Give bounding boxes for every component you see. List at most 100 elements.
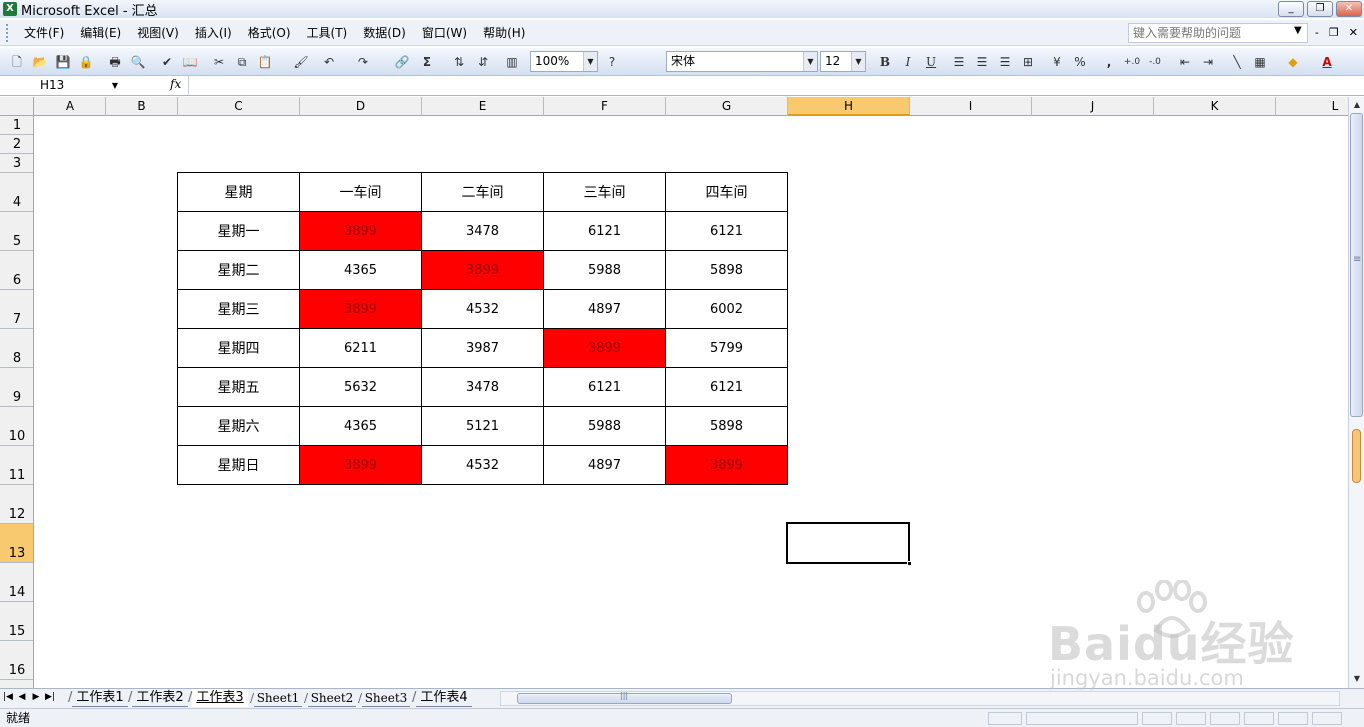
insert-function-icon[interactable]: fx <box>170 77 181 91</box>
value-cell[interactable]: 6121 <box>543 367 666 407</box>
sort-descending-icon[interactable]: ⇵ <box>474 53 492 71</box>
print-preview-icon[interactable]: 🔍 <box>129 53 147 71</box>
day-cell[interactable]: 星期一 <box>177 211 300 251</box>
align-right-icon[interactable]: ☰ <box>996 53 1014 71</box>
value-cell[interactable]: 6121 <box>665 367 788 407</box>
day-cell[interactable]: 星期六 <box>177 406 300 446</box>
save-icon[interactable]: 💾 <box>54 53 72 71</box>
value-cell[interactable]: 5988 <box>543 250 666 290</box>
value-cell[interactable]: 5632 <box>299 367 422 407</box>
day-cell[interactable]: 星期四 <box>177 328 300 368</box>
font-size-dropdown-arrow-icon[interactable]: ▼ <box>851 52 865 71</box>
print-icon[interactable]: 🖶 <box>106 53 124 71</box>
sheet-tab-2[interactable]: 工作表2 <box>128 689 188 707</box>
draw-line-icon[interactable]: ╲ <box>1228 53 1246 71</box>
font-name-select[interactable]: 宋体 ▼ <box>666 51 818 72</box>
header-cell-workshop-4[interactable]: 四车间 <box>665 172 788 212</box>
horizontal-scrollbar[interactable] <box>500 691 1340 706</box>
sheet-tab-sheet2[interactable]: Sheet2 <box>304 689 356 707</box>
value-cell[interactable]: 3899 <box>543 328 666 368</box>
menu-view[interactable]: 视图(V) <box>129 24 187 41</box>
value-cell[interactable]: 4365 <box>299 406 422 446</box>
cut-icon[interactable]: ✂ <box>210 53 228 71</box>
borders-icon[interactable]: ▦ <box>1251 53 1269 71</box>
increase-decimal-icon[interactable]: +.0 <box>1123 53 1141 71</box>
value-cell[interactable]: 6121 <box>543 211 666 251</box>
column-header-l[interactable]: L <box>1276 97 1348 116</box>
vertical-scrollbar[interactable]: ▲ ▼ <box>1348 97 1364 688</box>
name-box[interactable]: H13 <box>0 76 106 95</box>
fill-handle[interactable] <box>907 561 912 566</box>
autosum-icon[interactable]: Σ <box>418 53 436 71</box>
scroll-down-arrow-icon[interactable]: ▼ <box>1351 673 1363 685</box>
header-cell-workshop-3[interactable]: 三车间 <box>543 172 666 212</box>
minimize-button[interactable]: _ <box>1278 1 1304 17</box>
value-cell[interactable]: 5988 <box>543 406 666 446</box>
header-cell-workshop-1[interactable]: 一车间 <box>299 172 422 212</box>
value-cell[interactable]: 3478 <box>421 211 544 251</box>
hyperlink-icon[interactable]: 🔗 <box>393 53 411 71</box>
row-header-4[interactable]: 4 <box>0 173 33 212</box>
last-sheet-icon[interactable]: ▶| <box>44 692 56 702</box>
decrease-indent-icon[interactable]: ⇤ <box>1176 53 1194 71</box>
font-name-dropdown-arrow-icon[interactable]: ▼ <box>803 52 817 71</box>
restore-button[interactable]: ❐ <box>1307 1 1333 17</box>
doc-close-button[interactable]: ✕ <box>1349 26 1358 39</box>
copy-icon[interactable]: ⧉ <box>233 53 251 71</box>
name-box-dropdown-arrow-icon[interactable]: ▼ <box>108 78 122 94</box>
help-question-input[interactable]: 键入需要帮助的问题 <box>1128 23 1308 43</box>
menu-format[interactable]: 格式(O) <box>240 24 299 41</box>
vertical-scroll-thumb[interactable] <box>1350 113 1363 417</box>
fill-color-icon[interactable]: ◆ <box>1284 53 1302 71</box>
open-folder-icon[interactable]: 📂 <box>31 53 49 71</box>
formula-input[interactable] <box>188 76 1364 95</box>
column-header-f[interactable]: F <box>544 97 666 116</box>
close-button[interactable]: ✕ <box>1336 1 1362 17</box>
row-header-16[interactable]: 16 <box>0 641 33 680</box>
align-left-icon[interactable]: ☰ <box>950 53 968 71</box>
font-size-select[interactable]: 12 ▼ <box>820 51 866 72</box>
prev-sheet-icon[interactable]: ◀ <box>16 692 28 702</box>
select-all-corner[interactable] <box>0 97 34 116</box>
row-header-8[interactable]: 8 <box>0 329 33 368</box>
value-cell[interactable]: 4532 <box>421 445 544 485</box>
row-header-2[interactable]: 2 <box>0 135 33 154</box>
header-cell-workshop-2[interactable]: 二车间 <box>421 172 544 212</box>
value-cell[interactable]: 3899 <box>299 289 422 329</box>
menu-insert[interactable]: 插入(I) <box>187 24 240 41</box>
next-sheet-icon[interactable]: ▶ <box>30 692 42 702</box>
percent-button[interactable]: % <box>1071 53 1089 71</box>
row-header-11[interactable]: 11 <box>0 446 33 485</box>
header-cell-day[interactable]: 星期 <box>177 172 300 212</box>
research-icon[interactable]: 📖 <box>181 53 199 71</box>
paste-icon[interactable]: 📋 <box>256 53 274 71</box>
value-cell[interactable]: 3899 <box>665 445 788 485</box>
value-cell[interactable]: 3899 <box>299 445 422 485</box>
sheet-tab-4[interactable]: 工作表4 <box>412 689 472 707</box>
row-header-13[interactable]: 13 <box>0 524 33 563</box>
column-header-a[interactable]: A <box>35 97 106 116</box>
row-header-6[interactable]: 6 <box>0 251 33 290</box>
comma-style-button[interactable]: , <box>1100 53 1118 71</box>
sort-ascending-icon[interactable]: ⇅ <box>450 53 468 71</box>
column-header-i[interactable]: I <box>910 97 1032 116</box>
format-painter-icon[interactable]: 🖌 <box>292 53 310 71</box>
italic-button[interactable]: I <box>899 53 917 71</box>
menu-window[interactable]: 窗口(W) <box>414 24 475 41</box>
spelling-icon[interactable]: ✔ <box>158 53 176 71</box>
row-header-1[interactable]: 1 <box>0 116 33 135</box>
value-cell[interactable]: 3987 <box>421 328 544 368</box>
horizontal-scroll-thumb[interactable] <box>517 691 732 704</box>
value-cell[interactable]: 4897 <box>543 445 666 485</box>
row-header-10[interactable]: 10 <box>0 407 33 446</box>
row-header-14[interactable]: 14 <box>0 563 33 602</box>
column-header-d[interactable]: D <box>300 97 422 116</box>
permission-icon[interactable]: 🔒 <box>77 53 95 71</box>
first-sheet-icon[interactable]: |◀ <box>2 692 14 702</box>
sheet-tab-3[interactable]: 工作表3 <box>188 689 248 707</box>
value-cell[interactable]: 6002 <box>665 289 788 329</box>
value-cell[interactable]: 4365 <box>299 250 422 290</box>
value-cell[interactable]: 4897 <box>543 289 666 329</box>
day-cell[interactable]: 星期三 <box>177 289 300 329</box>
currency-icon[interactable]: ¥ <box>1048 53 1066 71</box>
